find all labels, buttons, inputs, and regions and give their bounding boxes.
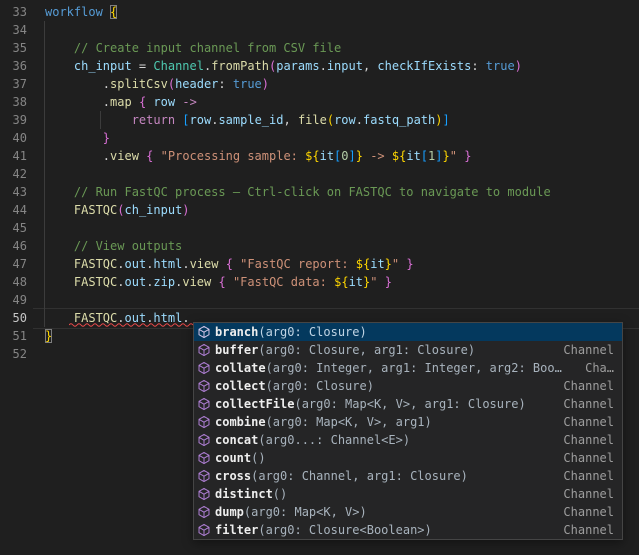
suggestion-label: branch(arg0: Closure) [215, 323, 614, 341]
code-line-47[interactable]: FASTQC.out.html.view { "FastQC report: $… [0, 255, 639, 273]
code-line-45[interactable] [0, 219, 639, 237]
code-line-39[interactable]: return [row.sample_id, file(row.fastq_pa… [0, 111, 639, 129]
symbol-method-icon [197, 523, 215, 538]
suggestion-item-concat[interactable]: concat(arg0...: Channel<E>) Channel [194, 431, 622, 449]
suggestion-detail: Channel [563, 503, 614, 521]
code-line-43[interactable]: // Run FastQC process – Ctrl-click on FA… [0, 183, 639, 201]
suggestion-detail: Channel [563, 431, 614, 449]
symbol-method-icon [197, 361, 215, 376]
editor-code-area[interactable]: workflow { // Create input channel from … [0, 3, 639, 363]
suggestion-item-collect[interactable]: collect(arg0: Closure) Channel [194, 377, 622, 395]
suggestion-detail: Channel [563, 395, 614, 413]
symbol-method-icon [197, 325, 215, 340]
code-line-46[interactable]: // View outputs [0, 237, 639, 255]
code-line-37[interactable]: .splitCsv(header: true) [0, 75, 639, 93]
symbol-method-icon [197, 505, 215, 520]
symbol-method-icon [197, 397, 215, 412]
symbol-method-icon [197, 415, 215, 430]
suggestion-label: concat(arg0...: Channel<E>) [215, 431, 551, 449]
suggestion-detail: Channel [563, 377, 614, 395]
symbol-method-icon [197, 487, 215, 502]
suggestion-item-count[interactable]: count() Channel [194, 449, 622, 467]
suggestion-item-dump[interactable]: dump(arg0: Map<K, V>) Channel [194, 503, 622, 521]
symbol-method-icon [197, 379, 215, 394]
suggestion-item-filter[interactable]: filter(arg0: Closure<Boolean>) Channel [194, 521, 622, 539]
suggestion-label: combine(arg0: Map<K, V>, arg1) [215, 413, 551, 431]
suggestion-detail: Channel [563, 485, 614, 503]
symbol-method-icon [197, 343, 215, 358]
suggestion-label: collectFile(arg0: Map<K, V>, arg1: Closu… [215, 395, 551, 413]
symbol-method-icon [197, 469, 215, 484]
suggestion-detail: Channel [563, 341, 614, 359]
symbol-method-icon [197, 451, 215, 466]
suggestion-item-cross[interactable]: cross(arg0: Channel, arg1: Closure) Chann… [194, 467, 622, 485]
suggestion-item-branch[interactable]: branch(arg0: Closure) [194, 323, 622, 341]
code-editor: 3334353637383940414243444546474849505152… [0, 0, 639, 555]
symbol-method-icon [197, 433, 215, 448]
suggestion-label: buffer(arg0: Closure, arg1: Closure) [215, 341, 551, 359]
code-line-34[interactable] [0, 21, 639, 39]
suggestion-item-collate[interactable]: collate(arg0: Integer, arg1: Integer, ar… [194, 359, 622, 377]
suggest-widget: branch(arg0: Closure)buffer(arg0: Closur… [193, 322, 623, 540]
suggestion-detail: Channel [563, 467, 614, 485]
suggestion-label: collect(arg0: Closure) [215, 377, 551, 395]
suggestion-detail: Cha… [585, 359, 614, 377]
code-line-44[interactable]: FASTQC(ch_input) [0, 201, 639, 219]
code-line-40[interactable]: } [0, 129, 639, 147]
suggestion-item-distinct[interactable]: distinct() Channel [194, 485, 622, 503]
code-line-42[interactable] [0, 165, 639, 183]
code-line-48[interactable]: FASTQC.out.zip.view { "FastQC data: ${it… [0, 273, 639, 291]
suggestion-label: cross(arg0: Channel, arg1: Closure) [215, 467, 551, 485]
suggestion-label: filter(arg0: Closure<Boolean>) [215, 521, 551, 539]
code-line-41[interactable]: .view { "Processing sample: ${it[0]} -> … [0, 147, 639, 165]
suggestion-detail: Channel [563, 413, 614, 431]
code-line-33[interactable]: workflow { [0, 3, 639, 21]
suggestion-detail: Channel [563, 449, 614, 467]
code-line-35[interactable]: // Create input channel from CSV file [0, 39, 639, 57]
suggestion-label: count() [215, 449, 551, 467]
suggestion-item-collectFile[interactable]: collectFile(arg0: Map<K, V>, arg1: Closu… [194, 395, 622, 413]
code-line-36[interactable]: ch_input = Channel.fromPath(params.input… [0, 57, 639, 75]
code-line-49[interactable] [0, 291, 639, 309]
suggestion-detail: Channel [563, 521, 614, 539]
suggestion-item-combine[interactable]: combine(arg0: Map<K, V>, arg1) Channel [194, 413, 622, 431]
suggestion-label: collate(arg0: Integer, arg1: Integer, ar… [215, 359, 573, 377]
suggestion-label: distinct() [215, 485, 551, 503]
suggestion-item-buffer[interactable]: buffer(arg0: Closure, arg1: Closure) Chan… [194, 341, 622, 359]
suggestion-label: dump(arg0: Map<K, V>) [215, 503, 551, 521]
code-line-38[interactable]: .map { row -> [0, 93, 639, 111]
